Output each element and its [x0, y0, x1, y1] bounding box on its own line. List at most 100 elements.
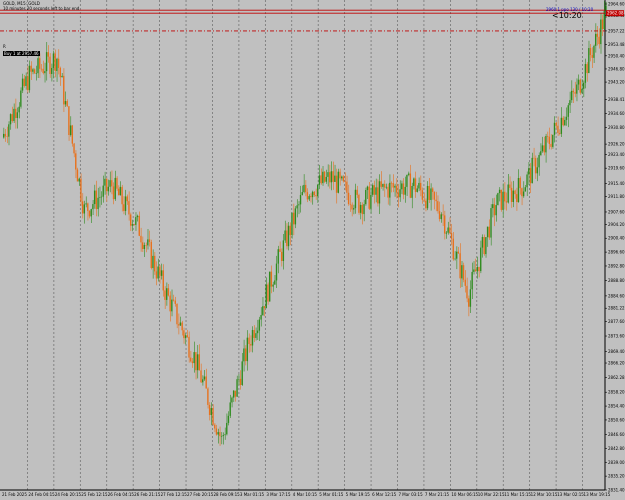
candle-body	[435, 199, 437, 202]
candle-body	[318, 175, 321, 185]
candle-body	[533, 157, 535, 159]
chart-area[interactable]: 2964.602961.402957.222953.482950.402946.…	[0, 0, 625, 500]
candle-body	[576, 84, 578, 94]
candle-body	[171, 299, 173, 312]
candle-body	[423, 199, 425, 201]
candle-body	[516, 194, 518, 203]
time-tick-label: 28 Feb 09:15	[213, 492, 240, 497]
candle-body	[178, 324, 180, 326]
candle-body	[536, 167, 539, 174]
candle-body	[15, 108, 17, 119]
candle-body	[222, 435, 225, 436]
candle-body	[200, 370, 202, 383]
candle-body	[6, 136, 8, 137]
candle-body	[160, 270, 163, 276]
candle-body	[196, 354, 199, 371]
time-tick-label: 24 Feb 20:15	[55, 492, 82, 497]
time-tick-label: 3 Mar 17:15	[266, 492, 291, 497]
candle-body	[456, 251, 458, 259]
candle-body	[208, 404, 211, 415]
candle-body	[152, 255, 154, 269]
candle-body	[80, 178, 82, 202]
candle-body	[174, 300, 176, 304]
price-tick-label: 2888.80	[608, 278, 625, 283]
candle-body	[162, 270, 164, 291]
candle-body	[105, 178, 108, 192]
candle-body	[353, 208, 355, 210]
order-marker[interactable]: R	[3, 44, 6, 49]
price-tick-label: 2854.40	[608, 404, 625, 409]
candle-body	[107, 186, 110, 192]
candle-body	[234, 390, 237, 397]
candle-body	[361, 204, 363, 215]
candle-body	[337, 171, 339, 193]
candle-body	[18, 106, 20, 113]
candle-body	[584, 64, 587, 83]
candle-body	[169, 295, 171, 312]
candle-body	[143, 245, 146, 249]
time-tick-label: 7 Mar 03:15	[398, 492, 423, 497]
candle-body	[45, 52, 48, 72]
candle-body	[291, 212, 293, 236]
price-tick-label: 2950.40	[608, 53, 625, 58]
candle-body	[510, 187, 513, 202]
candle-body	[529, 168, 532, 184]
candle-body	[390, 182, 393, 184]
candle-body	[473, 269, 475, 272]
candle-body	[69, 125, 72, 135]
buy-order-label[interactable]: Buy 1 at 2957.46	[3, 51, 40, 56]
candle-body	[3, 133, 5, 138]
candle-body	[231, 397, 233, 403]
candle-body	[509, 184, 511, 188]
current-price-label: 2962.08	[607, 11, 624, 16]
candle-body	[51, 67, 53, 74]
candle-body	[284, 230, 286, 241]
candle-body	[203, 376, 206, 380]
candle-body	[505, 201, 508, 203]
price-tick-label: 2839.00	[608, 460, 625, 465]
candle-body	[42, 68, 44, 74]
candle-body	[594, 33, 597, 46]
candle-body	[370, 194, 372, 209]
candle-body	[141, 242, 144, 249]
candle-body	[317, 184, 319, 197]
candle-body	[126, 196, 128, 202]
candle-body	[394, 185, 396, 188]
candle-body	[215, 428, 218, 435]
candle-body	[145, 245, 147, 246]
candle-body	[54, 53, 56, 72]
candle-body	[148, 239, 151, 242]
candle-body	[71, 125, 74, 144]
candle-body	[59, 67, 61, 78]
price-tick-label: 2943.20	[608, 80, 625, 85]
candle-body	[557, 125, 559, 133]
candle-body	[135, 217, 137, 225]
candle-body	[330, 171, 333, 183]
candle-body	[389, 182, 391, 198]
candle-body	[538, 154, 540, 168]
candle-body	[548, 136, 551, 144]
time-tick-label: 12 Mar 10:15	[531, 492, 558, 497]
price-tick-label: 2873.60	[608, 334, 625, 339]
candle-body	[407, 173, 410, 175]
candle-body	[452, 238, 454, 260]
candle-body	[109, 180, 111, 187]
candle-body	[32, 69, 34, 72]
time-tick-label: 13 Mar 19:15	[584, 492, 611, 497]
candle-body	[33, 69, 36, 74]
candle-body	[485, 237, 487, 255]
candle-body	[534, 158, 537, 174]
candle-body	[387, 186, 389, 198]
time-tick-label: 26 Feb 21:15	[134, 492, 161, 497]
candle-body	[76, 169, 79, 182]
candle-body	[603, 10, 605, 30]
candle-body	[212, 408, 214, 425]
candle-body	[64, 101, 67, 105]
candle-body	[23, 78, 25, 86]
candle-body	[157, 266, 159, 279]
price-chart[interactable]: 2964.602961.402957.222953.482950.402946.…	[0, 0, 625, 500]
candle-body	[232, 390, 235, 398]
candle-body	[459, 253, 461, 279]
candle-body	[461, 265, 463, 279]
candle-body	[136, 215, 139, 218]
